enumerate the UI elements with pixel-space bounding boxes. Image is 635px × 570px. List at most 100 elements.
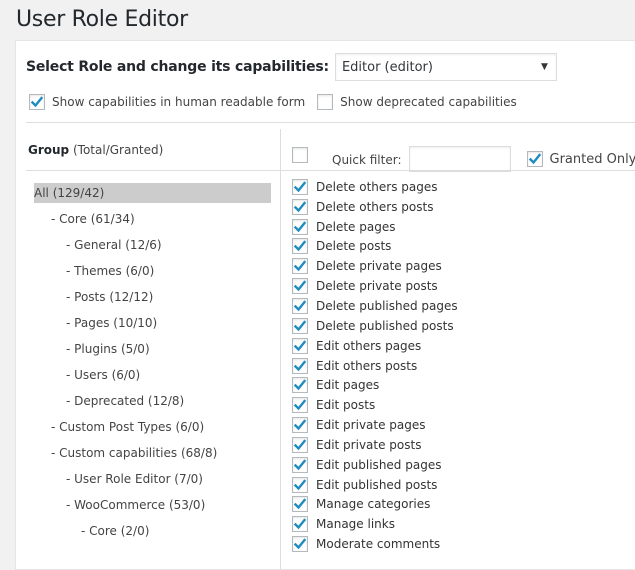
- capability-checkbox[interactable]: [292, 278, 308, 294]
- group-item[interactable]: - Themes (6/0): [36, 261, 271, 287]
- capability-checkbox[interactable]: [292, 496, 308, 512]
- capability-label[interactable]: Delete published posts: [316, 319, 454, 333]
- capability-checkbox[interactable]: [292, 338, 308, 354]
- group-item[interactable]: - Custom Post Types (6/0): [36, 417, 271, 443]
- quick-filter-input[interactable]: [409, 146, 511, 172]
- group-item[interactable]: - Pages (10/10): [36, 313, 271, 339]
- capability-checkbox[interactable]: [292, 417, 308, 433]
- capability-label[interactable]: Edit others pages: [316, 339, 421, 353]
- checkmark-icon: [293, 398, 307, 412]
- capability-item[interactable]: Delete published posts: [292, 316, 458, 336]
- capability-checkbox[interactable]: [292, 179, 308, 195]
- capability-label[interactable]: Edit pages: [316, 378, 379, 392]
- human-readable-checkbox[interactable]: [29, 94, 45, 110]
- checkmark-icon: [293, 180, 307, 194]
- capability-label[interactable]: Delete published pages: [316, 299, 458, 313]
- checkmark-icon: [30, 95, 44, 109]
- capability-item[interactable]: Moderate comments: [292, 534, 458, 554]
- capability-item[interactable]: Edit published pages: [292, 455, 458, 475]
- capability-checkbox[interactable]: [292, 358, 308, 374]
- capability-item[interactable]: Edit published posts: [292, 475, 458, 495]
- capability-checkbox[interactable]: [292, 457, 308, 473]
- capability-label[interactable]: Edit posts: [316, 398, 375, 412]
- capability-checkbox[interactable]: [292, 219, 308, 235]
- capability-checkbox[interactable]: [292, 377, 308, 393]
- capability-label[interactable]: Delete others posts: [316, 200, 433, 214]
- checkmark-icon: [293, 359, 307, 373]
- capability-label[interactable]: Manage categories: [316, 497, 430, 511]
- capability-checkbox[interactable]: [292, 536, 308, 552]
- capability-item[interactable]: Delete private pages: [292, 256, 458, 276]
- deprecated-checkbox[interactable]: [317, 94, 333, 110]
- capability-item[interactable]: Edit others pages: [292, 336, 458, 356]
- role-selector-row: Select Role and change its capabilities:…: [26, 53, 557, 81]
- capability-item[interactable]: Delete pages: [292, 217, 458, 237]
- capability-item[interactable]: Delete others posts: [292, 197, 458, 217]
- capability-label[interactable]: Delete private posts: [316, 279, 438, 293]
- capability-label[interactable]: Delete posts: [316, 239, 391, 253]
- group-item[interactable]: - WooCommerce (53/0): [36, 495, 271, 521]
- capability-label[interactable]: Manage links: [316, 517, 395, 531]
- checkmark-icon: [293, 537, 307, 551]
- granted-only-toggle[interactable]: Granted Only: [527, 151, 635, 167]
- capability-item[interactable]: Edit pages: [292, 375, 458, 395]
- capability-checkbox[interactable]: [292, 298, 308, 314]
- select-all-checkbox[interactable]: [292, 147, 308, 163]
- capabilities-list: Delete others pages Delete others posts De…: [292, 177, 458, 554]
- capability-checkbox[interactable]: [292, 238, 308, 254]
- capability-item[interactable]: Delete others pages: [292, 177, 458, 197]
- groups-header-subtitle: (Total/Granted): [73, 143, 163, 157]
- capability-checkbox[interactable]: [292, 318, 308, 334]
- capability-item[interactable]: Manage links: [292, 514, 458, 534]
- capability-label[interactable]: Edit published pages: [316, 458, 441, 472]
- quick-filter-label: Quick filter:: [332, 153, 402, 167]
- group-item[interactable]: - Core (61/34): [36, 209, 271, 235]
- group-item[interactable]: - Core (2/0): [36, 521, 271, 547]
- capability-checkbox[interactable]: [292, 397, 308, 413]
- checkmark-icon: [293, 299, 307, 313]
- capability-label[interactable]: Edit private pages: [316, 418, 426, 432]
- capability-label[interactable]: Edit others posts: [316, 359, 417, 373]
- capability-checkbox[interactable]: [292, 437, 308, 453]
- capability-item[interactable]: Delete private posts: [292, 276, 458, 296]
- capability-item[interactable]: Delete posts: [292, 237, 458, 257]
- capability-item[interactable]: Manage categories: [292, 495, 458, 515]
- capability-checkbox[interactable]: [292, 258, 308, 274]
- checkmark-icon: [293, 517, 307, 531]
- granted-only-label[interactable]: Granted Only: [550, 152, 635, 167]
- capability-label[interactable]: Moderate comments: [316, 537, 440, 551]
- group-item[interactable]: - Deprecated (12/8): [36, 391, 271, 417]
- capability-checkbox[interactable]: [292, 516, 308, 532]
- capability-item[interactable]: Edit private pages: [292, 415, 458, 435]
- group-item[interactable]: - Plugins (5/0): [36, 339, 271, 365]
- capability-item[interactable]: Edit others posts: [292, 356, 458, 376]
- divider: [26, 170, 635, 171]
- filter-row: Quick filter: Granted Only: [292, 137, 635, 172]
- group-item[interactable]: - General (12/6): [36, 235, 271, 261]
- granted-only-checkbox[interactable]: [527, 151, 543, 167]
- group-item[interactable]: - Posts (12/12): [36, 287, 271, 313]
- group-item[interactable]: - User Role Editor (7/0): [36, 469, 271, 495]
- capability-checkbox[interactable]: [292, 199, 308, 215]
- group-item[interactable]: - Custom capabilities (68/8): [36, 443, 271, 469]
- capability-label[interactable]: Delete pages: [316, 220, 395, 234]
- role-select[interactable]: Editor (editor) ▼: [335, 53, 557, 81]
- group-item[interactable]: All (129/42): [34, 183, 271, 203]
- capability-label[interactable]: Delete private pages: [316, 259, 442, 273]
- capability-label[interactable]: Edit private posts: [316, 438, 421, 452]
- capability-item[interactable]: Edit posts: [292, 395, 458, 415]
- column-divider: [280, 129, 281, 569]
- checkmark-icon: [293, 458, 307, 472]
- deprecated-label[interactable]: Show deprecated capabilities: [340, 95, 517, 109]
- human-readable-label[interactable]: Show capabilities in human readable form: [52, 95, 305, 109]
- groups-header-title: Group: [28, 143, 69, 157]
- capability-label[interactable]: Delete others pages: [316, 180, 438, 194]
- capability-item[interactable]: Edit private posts: [292, 435, 458, 455]
- capability-label[interactable]: Edit published posts: [316, 478, 437, 492]
- page-title: User Role Editor: [16, 7, 188, 32]
- capability-checkbox[interactable]: [292, 477, 308, 493]
- checkmark-icon: [293, 497, 307, 511]
- group-item[interactable]: - Users (6/0): [36, 365, 271, 391]
- groups-header: Group (Total/Granted): [28, 143, 163, 157]
- capability-item[interactable]: Delete published pages: [292, 296, 458, 316]
